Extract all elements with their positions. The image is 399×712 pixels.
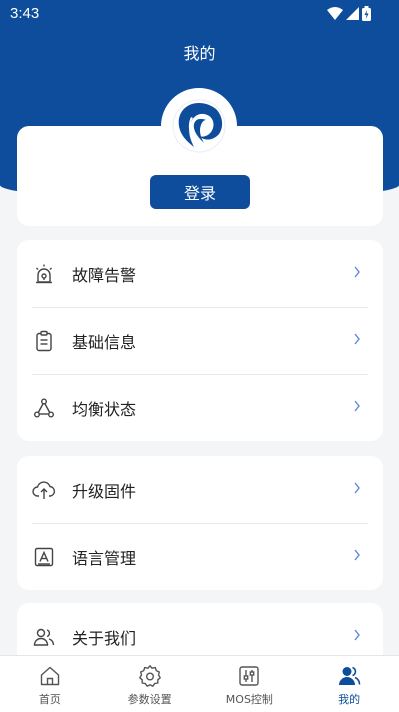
avatar xyxy=(164,91,234,161)
chevron-right-icon xyxy=(354,629,360,641)
chevron-right-icon xyxy=(354,482,360,494)
battery-icon xyxy=(362,6,371,21)
chevron-right-icon xyxy=(354,266,360,278)
chevron-right-icon xyxy=(354,400,360,412)
tab-label: 我的 xyxy=(338,693,361,706)
login-button[interactable]: 登录 xyxy=(150,175,250,209)
menu-card-2: 升级固件 语言管理 xyxy=(17,456,383,590)
status-icons xyxy=(327,6,371,21)
menu-item-label: 均衡状态 xyxy=(72,399,137,419)
status-bar: 3:43 xyxy=(0,0,399,28)
status-time: 3:43 xyxy=(10,5,40,22)
logo-icon xyxy=(172,99,226,153)
tab-label: MOS控制 xyxy=(225,693,273,706)
tab-mos-control[interactable]: MOS控制 xyxy=(200,656,300,712)
menu-item-language[interactable]: 语言管理 xyxy=(17,523,383,590)
menu-item-label: 故障告警 xyxy=(72,265,137,285)
menu-item-label: 关于我们 xyxy=(72,628,137,648)
wifi-icon xyxy=(327,7,343,20)
menu-card-1: 故障告警 基础信息 均衡状态 xyxy=(17,240,383,441)
tab-settings[interactable]: 参数设置 xyxy=(100,656,200,712)
menu-item-basic-info[interactable]: 基础信息 xyxy=(17,307,383,374)
page-title: 我的 xyxy=(183,44,216,63)
triangle-nodes-icon xyxy=(32,396,56,420)
chevron-right-icon xyxy=(354,549,360,561)
signal-icon xyxy=(346,7,359,20)
tab-label: 首页 xyxy=(38,693,61,706)
menu-item-firmware-upgrade[interactable]: 升级固件 xyxy=(17,456,383,523)
alarm-icon xyxy=(32,262,56,286)
tab-label: 参数设置 xyxy=(127,693,172,706)
tab-mine[interactable]: 我的 xyxy=(299,656,399,712)
cloud-upload-icon xyxy=(32,478,56,502)
gear-icon xyxy=(138,665,161,687)
users-icon xyxy=(32,625,56,649)
home-icon xyxy=(40,666,60,686)
chevron-right-icon xyxy=(354,333,360,345)
menu-item-label: 基础信息 xyxy=(72,332,137,352)
person-icon xyxy=(339,666,361,685)
menu-item-fault-alarm[interactable]: 故障告警 xyxy=(17,240,383,307)
clipboard-icon xyxy=(32,329,56,353)
menu-item-balance-status[interactable]: 均衡状态 xyxy=(17,374,383,441)
sliders-icon xyxy=(239,666,260,686)
tab-home[interactable]: 首页 xyxy=(0,656,100,712)
menu-item-label: 语言管理 xyxy=(72,548,137,568)
language-icon xyxy=(32,545,56,569)
bottom-tab-bar: 首页 参数设置 MOS控制 我的 xyxy=(0,655,399,712)
menu-item-label: 升级固件 xyxy=(72,481,137,501)
